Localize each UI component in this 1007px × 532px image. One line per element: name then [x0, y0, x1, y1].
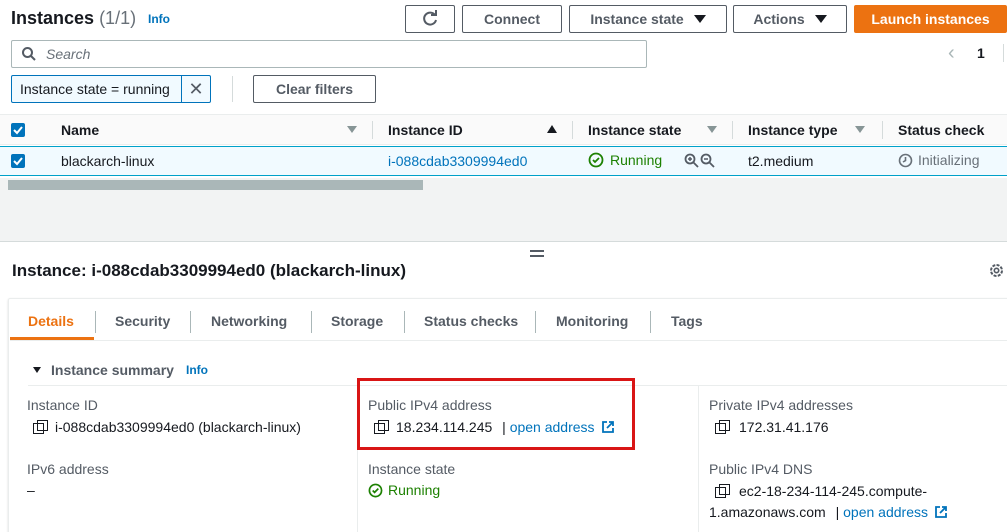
- instance-count: (1/1): [99, 8, 137, 28]
- scrollbar-thumb[interactable]: [8, 180, 423, 190]
- sort-icon[interactable]: [347, 126, 357, 133]
- private-ipv4-label: Private IPv4 addresses: [709, 397, 853, 413]
- public-dns-label: Public IPv4 DNS: [709, 461, 813, 477]
- chevron-down-icon: [814, 15, 827, 23]
- select-all-checkbox[interactable]: [11, 123, 25, 137]
- clear-filters-button[interactable]: Clear filters: [253, 75, 376, 103]
- tab-divider: [535, 311, 536, 333]
- column-instance-state[interactable]: Instance state: [588, 122, 681, 138]
- row-checkbox[interactable]: [11, 154, 25, 168]
- external-link-icon[interactable]: [601, 420, 615, 434]
- tab-networking[interactable]: Networking: [211, 313, 287, 329]
- actions-button[interactable]: Actions: [733, 5, 847, 33]
- column-instance-type[interactable]: Instance type: [748, 122, 837, 138]
- divider: [1003, 44, 1004, 62]
- gear-icon[interactable]: [988, 262, 1005, 279]
- launch-instances-button[interactable]: Launch instances: [854, 5, 1007, 33]
- copy-icon[interactable]: [715, 484, 730, 498]
- row-instance-type: t2.medium: [748, 153, 814, 169]
- sort-icon[interactable]: [707, 126, 717, 133]
- summary-info-link[interactable]: Info: [186, 363, 208, 377]
- chevron-down-icon: [693, 15, 706, 23]
- table-empty-area: [0, 192, 1007, 242]
- tab-divider: [95, 311, 96, 333]
- tab-storage[interactable]: Storage: [331, 313, 383, 329]
- column-instance-id[interactable]: Instance ID: [388, 122, 463, 138]
- tab-divider: [311, 311, 312, 333]
- tab-divider: [190, 311, 191, 333]
- table-row[interactable]: blackarch-linux i-088cdab3309994ed0 Runn…: [0, 146, 1007, 176]
- column-status-check[interactable]: Status check: [898, 122, 984, 138]
- detail-title: Instance: i-088cdab3309994ed0 (blackarch…: [12, 261, 407, 280]
- divider: [232, 76, 233, 102]
- divider: [10, 340, 1007, 341]
- instance-id-value: i-088cdab3309994ed0 (blackarch-linux): [33, 419, 301, 435]
- column-divider: [572, 121, 573, 139]
- instance-id-label: Instance ID: [27, 397, 98, 413]
- ipv6-label: IPv6 address: [27, 461, 109, 477]
- refresh-button[interactable]: [405, 5, 455, 33]
- instance-state-label: Instance state: [368, 461, 456, 477]
- private-ipv4-value: 172.31.41.176: [715, 419, 829, 435]
- row-status: Initializing: [898, 152, 979, 168]
- column-divider: [732, 121, 733, 139]
- sort-icon[interactable]: [855, 126, 865, 133]
- table-header: Name Instance ID Instance state Instance…: [0, 115, 1007, 145]
- search-placeholder: Search: [46, 46, 91, 62]
- instance-state-value: Running: [368, 482, 440, 498]
- highlight-box: [357, 378, 635, 450]
- row-state: Running: [588, 152, 662, 168]
- instance-state-button[interactable]: Instance state: [569, 5, 727, 33]
- public-ipv4-label: Public IPv4 address: [368, 397, 492, 413]
- tab-details[interactable]: Details: [28, 313, 74, 329]
- filter-token: Instance state = running ✕: [11, 75, 211, 103]
- public-dns-value-line1: ec2-18-234-114-245.compute-: [715, 483, 927, 499]
- close-icon[interactable]: ✕: [182, 79, 210, 100]
- copy-icon[interactable]: [715, 420, 730, 434]
- column-divider: [372, 121, 373, 139]
- sort-ascending-icon[interactable]: [547, 125, 557, 133]
- external-link-icon[interactable]: [934, 505, 948, 519]
- copy-icon[interactable]: [374, 420, 389, 434]
- open-address-link[interactable]: open address: [510, 419, 595, 435]
- copy-icon[interactable]: [33, 420, 48, 434]
- open-address-link[interactable]: open address: [843, 504, 928, 520]
- check-circle-icon: [588, 152, 604, 168]
- row-instance-id-link[interactable]: i-088cdab3309994ed0: [388, 153, 527, 169]
- search-icon: [22, 47, 36, 61]
- clock-icon: [898, 153, 913, 167]
- page-title: Instances (1/1): [11, 8, 137, 28]
- column-divider: [698, 386, 699, 532]
- public-dns-value-line2: 1.amazonaws.com | open address: [709, 504, 948, 520]
- tab-divider: [404, 311, 405, 333]
- column-name[interactable]: Name: [61, 122, 99, 138]
- check-circle-icon: [368, 483, 383, 497]
- ipv6-value: –: [27, 482, 35, 498]
- connect-button[interactable]: Connect: [462, 5, 562, 33]
- caret-down-icon: [33, 367, 41, 373]
- tab-monitoring[interactable]: Monitoring: [556, 313, 628, 329]
- search-input[interactable]: Search: [11, 40, 647, 68]
- filter-token-label: Instance state = running: [20, 81, 170, 97]
- instance-summary-toggle[interactable]: Instance summary: [33, 362, 174, 378]
- tab-tags[interactable]: Tags: [671, 313, 703, 329]
- tab-divider: [650, 311, 651, 333]
- tab-security[interactable]: Security: [115, 313, 170, 329]
- column-divider: [882, 121, 883, 139]
- refresh-icon: [423, 10, 437, 26]
- tab-status-checks[interactable]: Status checks: [424, 313, 518, 329]
- page-number[interactable]: 1: [977, 45, 985, 61]
- row-name: blackarch-linux: [61, 153, 155, 169]
- prev-page-icon[interactable]: ‹: [948, 42, 955, 65]
- info-link[interactable]: Info: [148, 12, 170, 26]
- split-panel-handle[interactable]: [530, 250, 544, 258]
- zoom-in-icon[interactable]: [684, 153, 699, 168]
- zoom-out-icon[interactable]: [700, 153, 715, 168]
- public-ipv4-value: 18.234.114.245 | open address: [374, 419, 615, 435]
- horizontal-scrollbar[interactable]: [0, 178, 1007, 192]
